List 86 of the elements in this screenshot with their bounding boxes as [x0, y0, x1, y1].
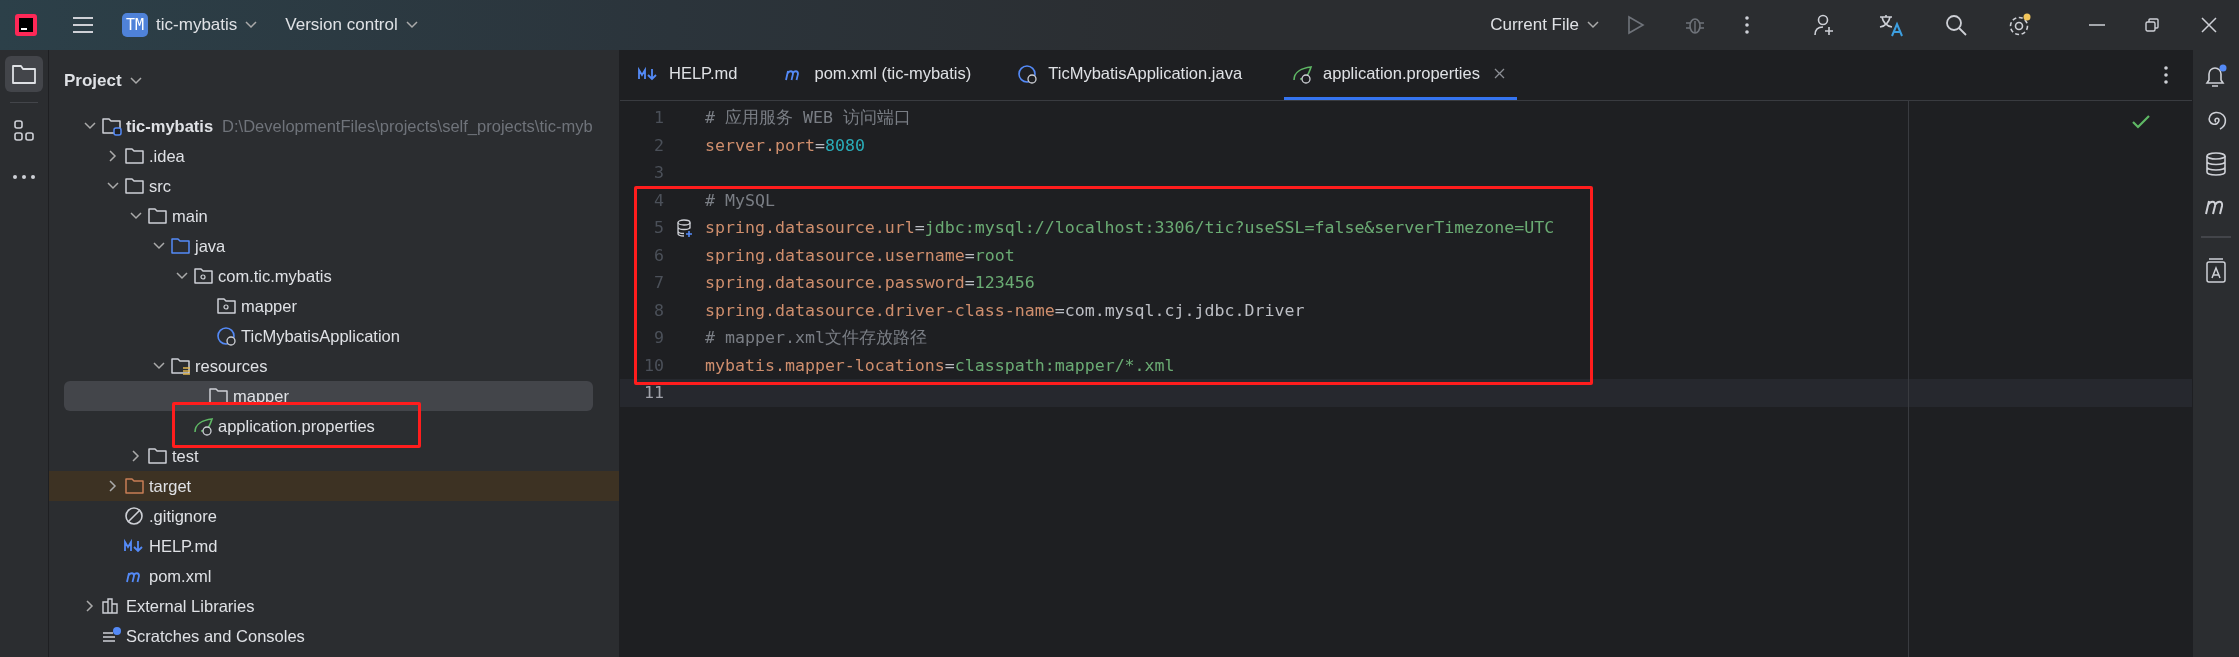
vcs-selector[interactable]: Version control [285, 15, 418, 35]
chevron-down-icon [245, 21, 258, 29]
app-logo-icon[interactable] [14, 13, 38, 37]
chevron-down-icon[interactable] [153, 242, 165, 250]
chevron-down-icon[interactable] [84, 122, 96, 130]
editor-tab[interactable]: pom.xml (tic-mybatis) [779, 50, 994, 100]
folder-icon [147, 206, 169, 226]
tree-item[interactable]: .gitignore [49, 501, 619, 531]
tree-item[interactable]: target [49, 471, 619, 501]
editor-tab[interactable]: TicMybatisApplication.java [1013, 50, 1265, 100]
tree-item[interactable]: External Libraries [49, 591, 619, 621]
close-icon[interactable] [1493, 68, 1505, 79]
close-icon[interactable] [2201, 17, 2217, 33]
spring-icon [1292, 63, 1315, 84]
chevron-down-icon[interactable] [130, 212, 142, 220]
tree-item[interactable]: HELP.md [49, 531, 619, 561]
panel-title[interactable]: Project [64, 70, 122, 91]
folder-icon [170, 356, 192, 376]
folder-icon [124, 176, 146, 196]
code-text: spring.datasource.password=123456 [705, 273, 1035, 293]
code-text: # mapper.xml文件存放路径 [705, 326, 927, 349]
more-icon[interactable] [1745, 16, 1749, 34]
bug-icon[interactable] [1685, 15, 1705, 35]
database-icon[interactable] [676, 218, 693, 237]
folder-icon [170, 236, 192, 256]
spring-icon [193, 416, 215, 436]
class-icon [1017, 63, 1040, 84]
folder-icon [147, 446, 169, 466]
project-selector[interactable]: TM tic-mybatis [122, 13, 258, 37]
chevron-right-icon[interactable] [109, 480, 117, 492]
settings-icon[interactable] [2008, 13, 2032, 37]
editor-tab[interactable]: HELP.md [634, 50, 760, 100]
tree-item[interactable]: src [49, 171, 619, 201]
code-text: spring.datasource.url=jdbc:mysql://localhost:3306/tic?useSSL=false&serverTimezone=UTC [705, 218, 1555, 238]
chevron-down-icon[interactable] [129, 76, 142, 85]
project-badge: TM [122, 13, 149, 37]
tree-item[interactable]: mapper [49, 291, 619, 321]
play-icon[interactable] [1627, 15, 1645, 35]
line-number: 11 [643, 383, 664, 403]
code-text: server.port=8080 [705, 135, 865, 155]
code-text: # 应用服务 WEB 访问端口 [705, 106, 911, 129]
structure-icon [13, 120, 35, 142]
folder-icon [11, 63, 37, 85]
checkmark-icon [2132, 115, 2150, 129]
tree-item[interactable]: test [49, 441, 619, 471]
tree-item[interactable]: TicMybatisApplication [49, 321, 619, 351]
bell-icon[interactable] [2203, 64, 2229, 90]
restore-icon[interactable] [2145, 18, 2159, 32]
chevron-down-icon[interactable] [107, 182, 119, 190]
chevron-down-icon[interactable] [176, 272, 188, 280]
tree-item[interactable]: .idea [49, 141, 619, 171]
code-text: spring.datasource.username=root [705, 245, 1015, 265]
ignore-icon [124, 506, 146, 526]
more-icon[interactable] [2164, 66, 2168, 84]
folder-icon [124, 146, 146, 166]
editor-tab[interactable]: application.properties [1284, 50, 1517, 100]
chevron-down-icon [405, 21, 418, 29]
tree-item[interactable]: application.properties [49, 411, 619, 441]
tree-item[interactable]: main [49, 201, 619, 231]
more-icon [13, 175, 35, 179]
tree-item[interactable]: java [49, 231, 619, 261]
chevron-right-icon[interactable] [109, 150, 117, 162]
tree-item[interactable]: resources [49, 351, 619, 381]
tree-item[interactable]: tic-mybatis D:\DevelopmentFiles\projects\self_projects\tic-myb [49, 111, 619, 141]
tree-item[interactable]: pom.xml [49, 561, 619, 591]
code-text: # MySQL [705, 190, 775, 210]
code-text: mybatis.mapper-locations=classpath:mapper/*.xml [705, 355, 1175, 375]
chevron-right-icon[interactable] [86, 600, 94, 612]
book-icon[interactable] [2205, 258, 2227, 284]
tree-item[interactable]: Scratches and Consoles [49, 621, 619, 651]
package-icon [216, 296, 238, 316]
search-icon[interactable] [1945, 14, 1967, 36]
chevron-right-icon[interactable] [132, 450, 140, 462]
package-icon [193, 266, 215, 286]
menu-icon[interactable] [72, 16, 94, 34]
code-text: spring.datasource.driver-class-name=com.mysql.cj.jdbc.Driver [705, 300, 1305, 320]
class-icon [216, 326, 238, 346]
run-config-selector[interactable]: Current File [1490, 15, 1599, 35]
translate-icon[interactable] [1878, 13, 1904, 37]
database-icon[interactable] [2205, 152, 2227, 176]
chevron-down-icon [1587, 21, 1599, 29]
folder-icon [101, 116, 123, 136]
chevron-down-icon[interactable] [153, 362, 165, 370]
tree-item[interactable]: com.tic.mybatis [49, 261, 619, 291]
project-tool-button[interactable] [5, 56, 43, 92]
folder-icon [124, 476, 146, 496]
